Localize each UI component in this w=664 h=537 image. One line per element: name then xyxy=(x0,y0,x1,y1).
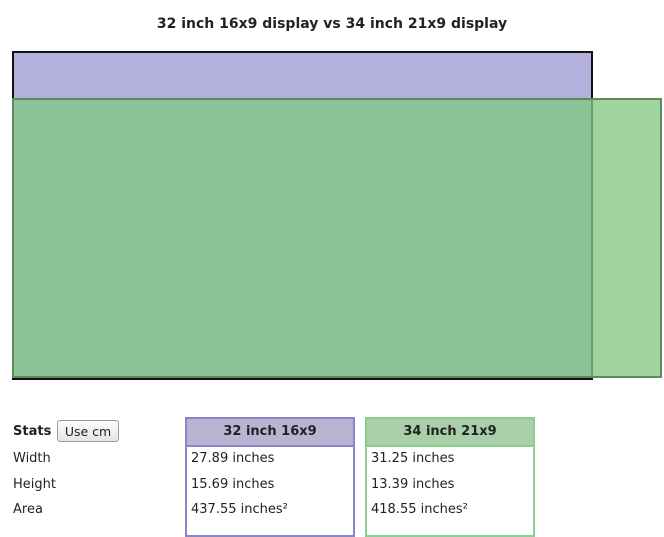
display-a-height: 15.69 inches xyxy=(191,477,275,492)
display-a-header: 32 inch 16x9 xyxy=(187,419,353,447)
display-a-area: 437.55 inches² xyxy=(191,502,288,517)
row-label-width: Width xyxy=(13,451,51,466)
display-b-stats-column: 34 inch 21x9 31.25 inches 13.39 inches 4… xyxy=(365,417,535,537)
stats-label: Stats xyxy=(13,424,52,439)
row-label-height: Height xyxy=(13,477,56,492)
display-b-width: 31.25 inches xyxy=(371,451,455,466)
display-a-stats-column: 32 inch 16x9 27.89 inches 15.69 inches 4… xyxy=(185,417,355,537)
display-a-width: 27.89 inches xyxy=(191,451,275,466)
use-cm-button[interactable]: Use cm xyxy=(57,420,119,442)
display-b-outline xyxy=(12,98,662,378)
display-b-header: 34 inch 21x9 xyxy=(367,419,533,447)
display-b-height: 13.39 inches xyxy=(371,477,455,492)
display-b-area: 418.55 inches² xyxy=(371,502,468,517)
page-title: 32 inch 16x9 display vs 34 inch 21x9 dis… xyxy=(156,16,508,32)
row-label-area: Area xyxy=(13,502,43,517)
